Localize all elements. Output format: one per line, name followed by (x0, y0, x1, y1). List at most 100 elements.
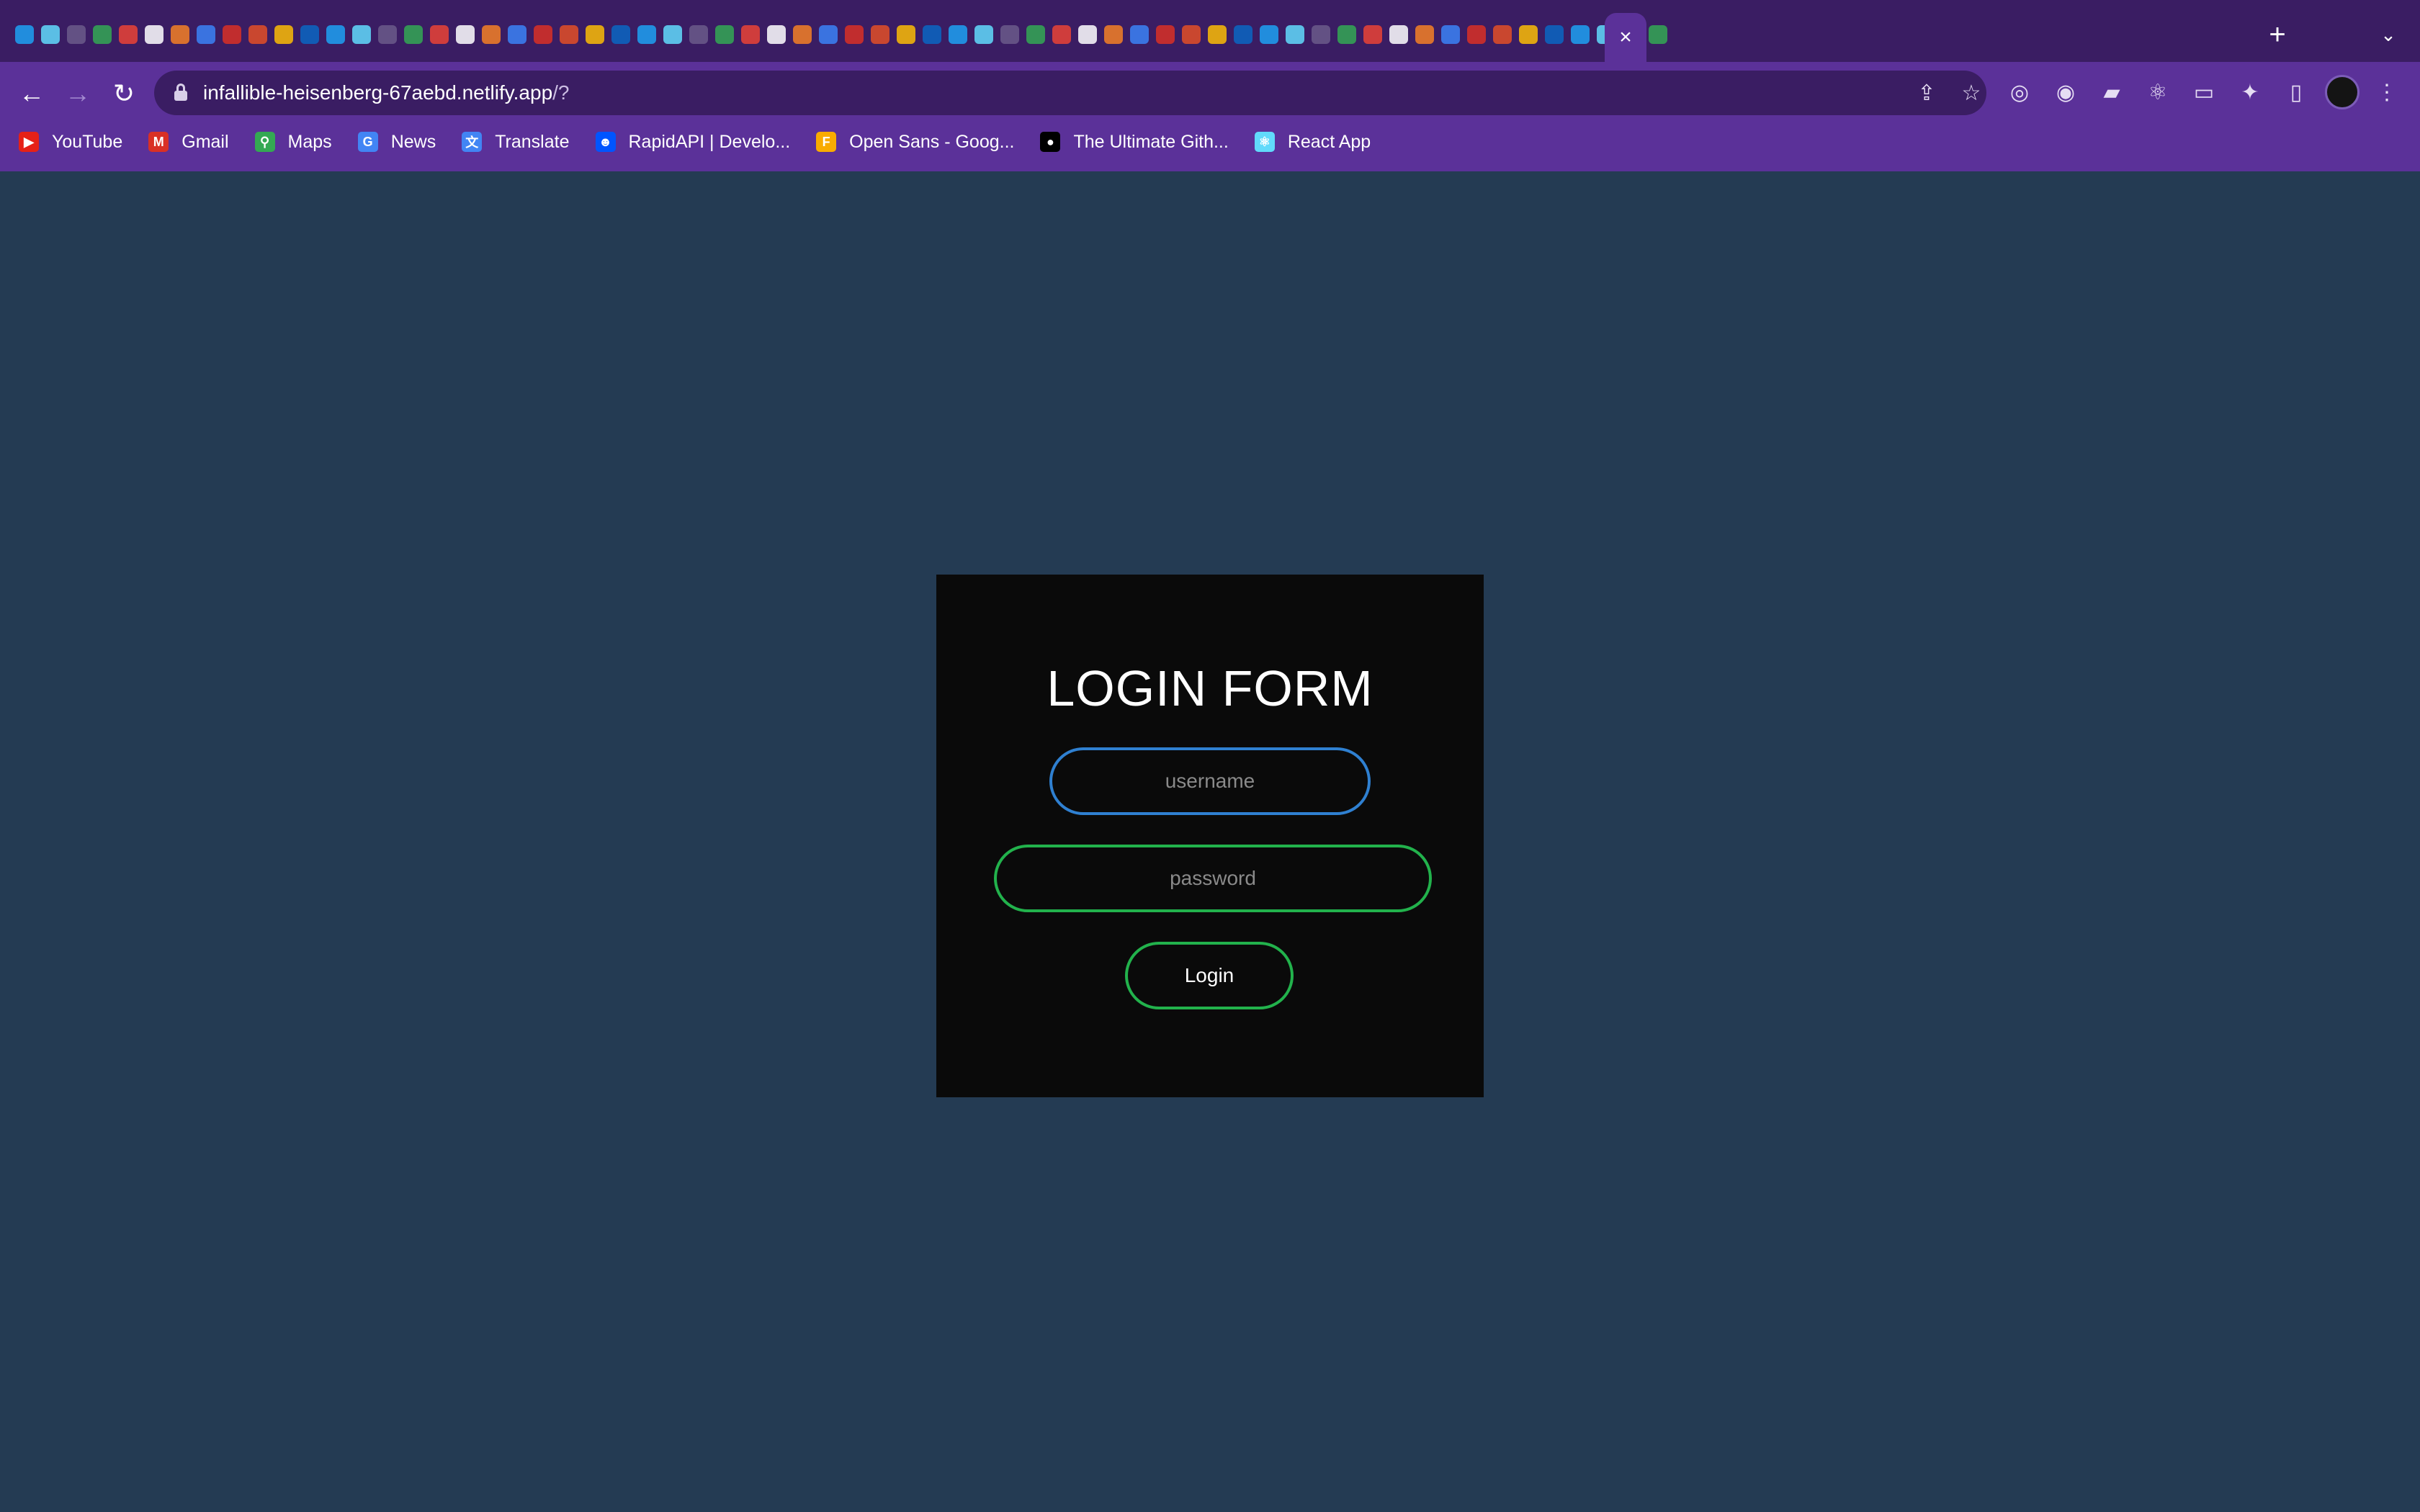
tab-favicon-icon[interactable] (741, 25, 760, 44)
bookmark-item[interactable]: ● The Ultimate Gith... (1040, 132, 1229, 153)
bookmark-item[interactable]: 文 Translate (462, 132, 570, 153)
bookmark-label: RapidAPI | Develo... (628, 131, 791, 152)
tab-favicon-icon[interactable] (41, 25, 60, 44)
url-text[interactable]: infallible-heisenberg-67aebd.netlify.app… (203, 81, 570, 105)
bookmark-item[interactable]: ▶ YouTube (19, 132, 122, 153)
new-tab-button[interactable]: + (2262, 19, 2293, 50)
tab-favicon-icon[interactable] (119, 25, 138, 44)
tab-favicon-icon[interactable] (586, 25, 604, 44)
username-input[interactable] (1049, 747, 1371, 815)
tab-favicon-icon[interactable] (1649, 25, 1667, 44)
tab-favicon-icon[interactable] (1467, 25, 1486, 44)
tab-favicon-icon[interactable] (145, 25, 163, 44)
tab-favicon-icon[interactable] (482, 25, 501, 44)
tab-favicon-icon[interactable] (1234, 25, 1252, 44)
tab-favicon-icon[interactable] (430, 25, 449, 44)
tab-favicon-icon[interactable] (663, 25, 682, 44)
active-tab-close-button[interactable]: × (1605, 13, 1646, 62)
share-icon[interactable]: ⇪ (1913, 79, 1940, 107)
tab-favicon-icon[interactable] (534, 25, 552, 44)
tab-favicon-icon[interactable] (1337, 25, 1356, 44)
bookmark-item[interactable]: ⚲ Maps (254, 132, 332, 153)
tab-favicon-icon[interactable] (949, 25, 967, 44)
back-button[interactable]: ← (10, 72, 53, 115)
tab-favicon-icon[interactable] (274, 25, 293, 44)
plus-icon: + (2269, 18, 2286, 50)
tab-favicon-icon[interactable] (1389, 25, 1408, 44)
tab-favicon-icon[interactable] (197, 25, 215, 44)
tab-favicon-icon[interactable] (15, 25, 34, 44)
tab-favicon-icon[interactable] (715, 25, 734, 44)
sheets-ext-icon[interactable]: ▰ (2094, 75, 2129, 109)
tab-favicon-icon[interactable] (923, 25, 941, 44)
bookmark-item[interactable]: M Gmail (148, 132, 229, 153)
tab-favicon-icon[interactable] (767, 25, 786, 44)
password-input[interactable] (994, 845, 1432, 912)
tab-favicon-icon[interactable] (1104, 25, 1123, 44)
tab-favicon-icon[interactable] (1078, 25, 1097, 44)
side-panel-icon[interactable]: ▯ (2279, 75, 2313, 109)
lock-icon[interactable] (174, 84, 187, 101)
bookmark-item[interactable]: G News (357, 132, 436, 153)
tab-favicon-icon[interactable] (1545, 25, 1564, 44)
menu-icon[interactable]: ⋮ (2370, 75, 2404, 109)
chevron-down-icon: ⌄ (2380, 23, 2396, 45)
tab-favicon-icon[interactable] (93, 25, 112, 44)
tab-favicon-icon[interactable] (974, 25, 993, 44)
tab-favicon-icon[interactable] (1415, 25, 1434, 44)
tab-favicon-icon[interactable] (1182, 25, 1201, 44)
puzzle-icon[interactable]: ✦ (2233, 75, 2267, 109)
tab-favicon-icon[interactable] (611, 25, 630, 44)
translate-icon: 文 (462, 132, 483, 152)
tab-favicon-icon[interactable] (1000, 25, 1019, 44)
bookmark-star-icon[interactable]: ☆ (1958, 79, 1985, 107)
tab-favicon-icon[interactable] (508, 25, 526, 44)
tab-favicon-icon[interactable] (1156, 25, 1175, 44)
tab-search-button[interactable]: ⌄ (2374, 20, 2403, 49)
bookmark-item[interactable]: F Open Sans - Goog... (816, 132, 1014, 153)
tab-favicon-icon[interactable] (456, 25, 475, 44)
window-ext-icon[interactable]: ▭ (2187, 75, 2221, 109)
bookmark-item[interactable]: ☻ RapidAPI | Develo... (595, 131, 791, 153)
tab-favicon-icon[interactable] (378, 25, 397, 44)
forward-button[interactable]: → (56, 72, 99, 115)
tab-favicon-icon[interactable] (897, 25, 915, 44)
tab-favicon-icon[interactable] (819, 25, 838, 44)
profile-avatar[interactable] (2325, 75, 2360, 109)
tab-favicon-icon[interactable] (352, 25, 371, 44)
tab-favicon-icon[interactable] (1571, 25, 1590, 44)
bookmark-label: Open Sans - Goog... (849, 131, 1015, 152)
reload-button[interactable]: ↻ (102, 72, 145, 115)
tab-favicon-icon[interactable] (1363, 25, 1382, 44)
tab-favicon-icon[interactable] (1260, 25, 1278, 44)
tab-favicon-icon[interactable] (223, 25, 241, 44)
bookmark-item[interactable]: ⚛ React App (1254, 132, 1371, 153)
target-icon[interactable]: ◎ (2002, 75, 2037, 109)
tab-favicon-icon[interactable] (1208, 25, 1227, 44)
tab-favicon-icon[interactable] (404, 25, 423, 44)
tab-favicon-icon[interactable] (845, 25, 864, 44)
address-bar[interactable]: infallible-heisenberg-67aebd.netlify.app… (154, 71, 1986, 115)
tab-favicon-icon[interactable] (1286, 25, 1304, 44)
tab-favicon-icon[interactable] (560, 25, 578, 44)
tab-favicon-icon[interactable] (171, 25, 189, 44)
tab-favicon-icon[interactable] (326, 25, 345, 44)
tab-favicon-icon[interactable] (689, 25, 708, 44)
tab-favicon-icon[interactable] (1026, 25, 1045, 44)
tab-favicon-icon[interactable] (67, 25, 86, 44)
tab-favicon-icon[interactable] (1130, 25, 1149, 44)
tab-favicon-icon[interactable] (248, 25, 267, 44)
tab-favicon-icon[interactable] (1052, 25, 1071, 44)
tab-favicon-icon[interactable] (1493, 25, 1512, 44)
tab-favicon-icon[interactable] (1441, 25, 1460, 44)
tab-favicon-icon[interactable] (871, 25, 889, 44)
react-devtools-icon[interactable]: ⚛ (2141, 75, 2175, 109)
tab-favicon-icon[interactable] (793, 25, 812, 44)
tab-favicon-icon[interactable] (300, 25, 319, 44)
tab-favicon-icon[interactable] (1312, 25, 1330, 44)
tab-favicon-icon[interactable] (637, 25, 656, 44)
swirl-icon[interactable]: ◉ (2048, 75, 2083, 109)
news-icon: G (357, 132, 378, 152)
login-button[interactable]: Login (1125, 942, 1294, 1009)
tab-favicon-icon[interactable] (1519, 25, 1538, 44)
